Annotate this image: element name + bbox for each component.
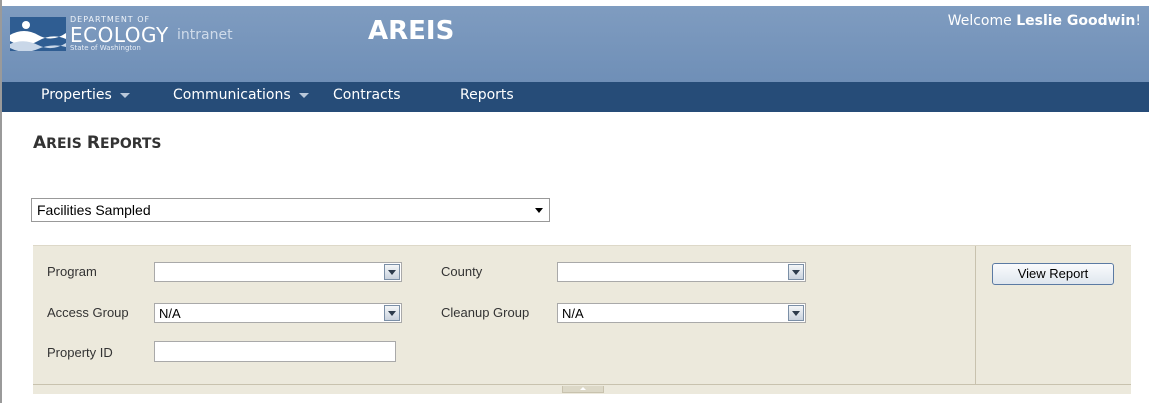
county-select[interactable] <box>557 262 806 282</box>
main-nav: Properties Communications Contracts Repo… <box>2 82 1149 112</box>
nav-item-contracts[interactable]: Contracts <box>333 82 401 112</box>
chevron-down-icon <box>119 92 130 98</box>
welcome-message: Welcome Leslie Goodwin! <box>948 13 1141 29</box>
collapse-up-icon <box>580 387 586 390</box>
page-title: AREIS REPORTS <box>33 133 162 153</box>
nav-item-reports[interactable]: Reports <box>460 82 514 112</box>
welcome-suffix: ! <box>1135 13 1141 29</box>
cleanup-group-value: N/A <box>562 306 584 321</box>
user-name: Leslie Goodwin <box>1016 13 1136 29</box>
chevron-down-icon <box>298 92 309 98</box>
nav-item-label: Communications <box>173 87 291 103</box>
welcome-prefix: Welcome <box>947 13 1017 29</box>
page-title-initial-2: R <box>86 133 100 153</box>
page-title-rest-2: EPORTS <box>100 136 162 152</box>
program-label: Program <box>47 264 97 279</box>
access-group-select[interactable]: N/A <box>154 303 402 323</box>
nav-item-communications[interactable]: Communications <box>173 82 309 112</box>
logo-intranet-text: intranet <box>177 27 233 43</box>
program-select[interactable] <box>154 262 402 282</box>
view-report-button[interactable]: View Report <box>992 263 1114 285</box>
dropdown-arrow-icon[interactable] <box>384 305 400 321</box>
nav-item-label: Contracts <box>333 87 401 103</box>
header-banner: DEPARTMENT OF ECOLOGY intranet State of … <box>2 6 1149 82</box>
logo-state-text: State of Washington <box>70 44 141 52</box>
report-type-value: Facilities Sampled <box>37 202 151 218</box>
county-label: County <box>441 264 483 279</box>
dropdown-arrow-icon <box>535 208 543 213</box>
nav-item-properties[interactable]: Properties <box>41 82 130 112</box>
page-title-initial-1: A <box>33 133 47 153</box>
report-type-select[interactable]: Facilities Sampled <box>31 198 550 222</box>
panel-divider <box>975 246 976 384</box>
nav-item-label: Reports <box>460 87 514 103</box>
cleanup-group-select[interactable]: N/A <box>557 303 806 323</box>
access-group-value: N/A <box>159 306 181 321</box>
dropdown-arrow-icon[interactable] <box>788 264 804 280</box>
ecology-logo[interactable]: DEPARTMENT OF ECOLOGY intranet State of … <box>10 15 236 52</box>
cleanup-group-label: Cleanup Group <box>441 305 530 320</box>
ecology-logo-icon <box>10 17 66 51</box>
dropdown-arrow-icon[interactable] <box>788 305 804 321</box>
page-title-rest-1: REIS <box>46 136 82 152</box>
app-title: AREIS <box>368 16 455 46</box>
dropdown-arrow-icon[interactable] <box>384 264 400 280</box>
nav-item-label: Properties <box>41 87 112 103</box>
access-group-label: Access Group <box>47 305 129 320</box>
property-id-input[interactable] <box>154 341 396 362</box>
collapse-panel-toggle[interactable] <box>562 386 604 393</box>
property-id-label: Property ID <box>47 345 113 360</box>
panel-bottom-border <box>33 384 1131 385</box>
